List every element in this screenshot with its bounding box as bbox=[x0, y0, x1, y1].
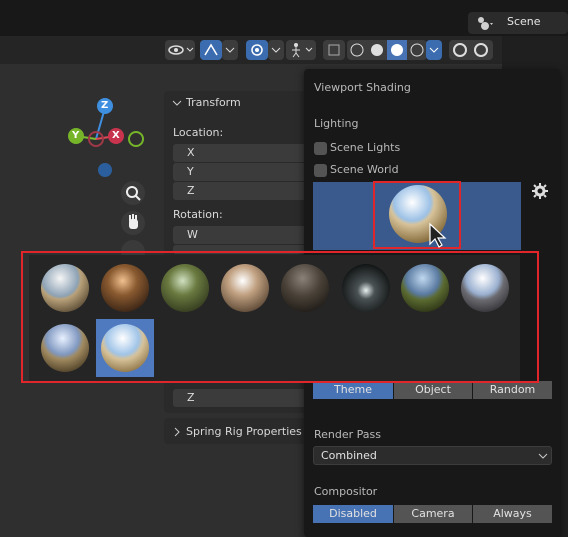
gizmo-y-label: Y bbox=[72, 130, 80, 141]
transform-title: Transform bbox=[186, 96, 241, 109]
compositor-always-button[interactable]: Always bbox=[473, 505, 552, 523]
gizmo-toggle[interactable] bbox=[200, 40, 222, 60]
scene-world-label: Scene World bbox=[330, 163, 399, 176]
location-x-field[interactable]: X bbox=[173, 144, 306, 162]
neg-y-handle bbox=[128, 131, 144, 147]
zoom-button[interactable] bbox=[121, 181, 145, 205]
scene-icon bbox=[478, 17, 493, 30]
scene-world-checkbox[interactable] bbox=[314, 164, 327, 177]
location-y-field[interactable]: Y bbox=[173, 163, 306, 181]
visibility-dropdown[interactable] bbox=[165, 40, 195, 60]
pan-button[interactable] bbox=[121, 211, 145, 235]
color-theme-button[interactable]: Theme bbox=[313, 381, 393, 399]
chevron-down-icon bbox=[429, 47, 439, 53]
render-pass-value: Combined bbox=[321, 449, 377, 462]
overlay-icon bbox=[251, 44, 263, 56]
rotation-w-field[interactable]: W bbox=[173, 226, 306, 244]
render-engine-toggles[interactable] bbox=[449, 40, 493, 60]
scale-z-field[interactable]: Z bbox=[173, 389, 306, 407]
shading-mode-group[interactable] bbox=[347, 40, 427, 60]
xray-icon bbox=[328, 44, 340, 56]
render-pass-dropdown[interactable]: Combined bbox=[313, 446, 552, 465]
chevron-down-icon bbox=[538, 453, 548, 459]
color-random-button[interactable]: Random bbox=[473, 381, 552, 399]
scene-label: Scene bbox=[507, 15, 541, 28]
compositor-disabled-button[interactable]: Disabled bbox=[313, 505, 393, 523]
gizmo-x-label: X bbox=[112, 130, 120, 141]
rendered-icon bbox=[410, 43, 424, 57]
compositor-label: Compositor bbox=[314, 485, 378, 498]
shading-dropdown[interactable] bbox=[426, 40, 442, 60]
popover-title: Viewport Shading bbox=[314, 81, 411, 94]
scene-lights-checkbox[interactable] bbox=[314, 142, 327, 155]
figure-icon bbox=[292, 43, 313, 58]
chevron-down-icon bbox=[271, 47, 281, 53]
gizmo-z-label: Z bbox=[101, 100, 109, 111]
solid-icon bbox=[371, 44, 383, 56]
location-z-field[interactable]: Z bbox=[173, 182, 306, 200]
rotation-label: Rotation: bbox=[173, 208, 223, 221]
lighting-label: Lighting bbox=[314, 117, 359, 130]
eye-icon bbox=[168, 45, 194, 55]
mouse-cursor-icon bbox=[429, 222, 447, 248]
zoom-icon bbox=[126, 186, 141, 201]
gizmo-dropdown[interactable] bbox=[222, 40, 238, 60]
scene-lights-label: Scene Lights bbox=[330, 141, 401, 154]
color-object-button[interactable]: Object bbox=[394, 381, 472, 399]
overlay-toggle[interactable] bbox=[246, 40, 268, 60]
location-label: Location: bbox=[173, 126, 224, 139]
gizmo-icon bbox=[204, 43, 218, 56]
wireframe-icon bbox=[350, 43, 364, 57]
chevron-right-icon bbox=[174, 427, 180, 437]
render-pass-label: Render Pass bbox=[314, 428, 381, 441]
overlay-dropdown[interactable] bbox=[268, 40, 284, 60]
material-preview-icon bbox=[391, 44, 403, 56]
pose-dropdown[interactable] bbox=[286, 40, 316, 60]
neg-z-handle bbox=[98, 163, 112, 177]
xray-toggle[interactable] bbox=[323, 40, 345, 60]
spring-rig-title: Spring Rig Properties bbox=[186, 425, 302, 438]
hand-icon bbox=[129, 214, 138, 229]
gear-icon[interactable] bbox=[531, 182, 549, 200]
chevron-down-icon bbox=[172, 100, 182, 106]
hdri-grid-highlight bbox=[21, 251, 539, 383]
chevron-down-icon bbox=[225, 47, 235, 53]
compositor-camera-button[interactable]: Camera bbox=[394, 505, 472, 523]
